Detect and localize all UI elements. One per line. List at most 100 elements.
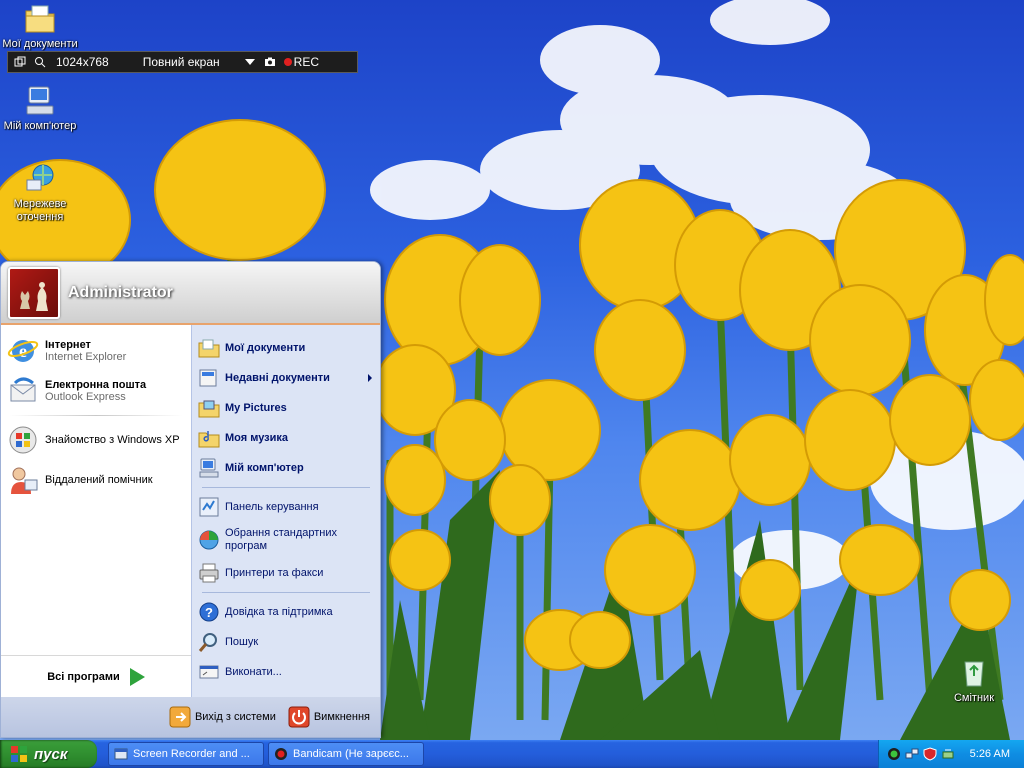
recent-item-remote-assistance[interactable]: Віддалений помічник bbox=[1, 460, 191, 500]
search-icon bbox=[198, 633, 217, 652]
desktop-icon-my-computer[interactable]: Мій комп'ютер bbox=[0, 84, 80, 133]
settings-label: Панель керування bbox=[225, 501, 319, 513]
settings-printers[interactable]: Принтери та факси bbox=[192, 558, 380, 588]
submenu-arrow-icon bbox=[368, 374, 372, 382]
separator bbox=[202, 592, 370, 593]
settings-default-programs[interactable]: Обрання стандартних програм bbox=[192, 522, 380, 558]
safely-remove-icon[interactable] bbox=[941, 747, 955, 761]
settings-control-panel[interactable]: Панель керування bbox=[192, 492, 380, 522]
shutdown-label: Вимкнення bbox=[313, 711, 370, 723]
task-label: Bandicam (Не зарєєс... bbox=[293, 748, 409, 760]
camera-icon[interactable] bbox=[264, 56, 276, 68]
start-menu-body: e Інтернет Internet Explorer Електронна … bbox=[1, 325, 380, 697]
window-mode-icon[interactable] bbox=[14, 56, 26, 68]
computer-icon bbox=[26, 86, 54, 115]
place-label: Мої документи bbox=[225, 342, 306, 354]
start-menu: Administrator e Інтернет Internet Explor… bbox=[0, 261, 381, 738]
place-my-music[interactable]: Моя музика bbox=[192, 423, 380, 453]
logoff-button[interactable]: Вихід з системи bbox=[169, 706, 276, 728]
pinned-item-internet[interactable]: e Інтернет Internet Explorer bbox=[1, 331, 191, 371]
user-avatar[interactable] bbox=[8, 266, 60, 319]
logoff-icon bbox=[169, 706, 191, 728]
zoom-icon[interactable] bbox=[34, 56, 46, 68]
place-label: Недавні документи bbox=[225, 372, 330, 384]
place-my-computer[interactable]: Мій комп'ютер bbox=[192, 453, 380, 483]
start-menu-right-column: Мої документи Недавні документи My Pictu… bbox=[191, 325, 380, 697]
pinned-item-email[interactable]: Електронна пошта Outlook Express bbox=[1, 371, 191, 411]
taskbar: пуск Screen Recorder and ... Bandicam (Н… bbox=[0, 740, 1024, 768]
capture-mode[interactable]: Повний екран bbox=[143, 55, 220, 69]
help-label: Виконати... bbox=[225, 666, 282, 678]
desktop-icon-label: Смітник bbox=[953, 692, 995, 704]
recent-item-label: Знайомство з Windows XP bbox=[45, 434, 180, 446]
my-computer-icon bbox=[199, 458, 219, 478]
record-button[interactable]: REC bbox=[283, 55, 320, 69]
desktop-icon-recycle-bin[interactable]: Смітник bbox=[934, 656, 1014, 705]
system-clock[interactable]: 5:26 AM bbox=[970, 748, 1010, 760]
my-music-icon bbox=[198, 431, 220, 448]
bandicam-icon bbox=[275, 748, 287, 760]
place-recent-documents[interactable]: Недавні документи bbox=[192, 363, 380, 393]
network-icon bbox=[26, 164, 54, 191]
record-dot-icon bbox=[283, 58, 292, 66]
recent-documents-icon bbox=[199, 369, 217, 387]
place-label: Моя музика bbox=[225, 432, 289, 444]
help-run[interactable]: Виконати... bbox=[192, 657, 380, 687]
svg-text:?: ? bbox=[205, 605, 213, 620]
internet-explorer-icon: e bbox=[7, 340, 39, 362]
security-shield-icon[interactable] bbox=[923, 747, 937, 761]
place-my-documents[interactable]: Мої документи bbox=[192, 333, 380, 363]
network-connection-icon[interactable] bbox=[905, 747, 919, 761]
help-icon: ? bbox=[199, 602, 219, 622]
start-label: пуск bbox=[34, 745, 68, 763]
separator bbox=[202, 487, 370, 488]
desktop-icon-label: Мої документи bbox=[2, 38, 78, 50]
start-menu-left-column: e Інтернет Internet Explorer Електронна … bbox=[1, 325, 191, 697]
all-programs-label: Всі програми bbox=[47, 670, 120, 683]
desktop-icon-network[interactable]: Мережеве оточення bbox=[0, 162, 80, 224]
chevron-down-icon[interactable] bbox=[244, 56, 256, 68]
task-bandicam[interactable]: Bandicam (Не зарєєс... bbox=[268, 742, 424, 766]
default-programs-icon bbox=[199, 530, 219, 550]
green-arrow-icon bbox=[129, 667, 145, 686]
all-programs-button[interactable]: Всі програми bbox=[1, 655, 191, 697]
record-label: REC bbox=[293, 55, 320, 69]
settings-label: Обрання стандартних програм bbox=[225, 527, 338, 552]
user-name: Administrator bbox=[68, 283, 173, 301]
green-status-icon[interactable] bbox=[887, 747, 901, 761]
pinned-item-subtitle: Outlook Express bbox=[45, 391, 126, 403]
help-label: Довідка та підтримка bbox=[225, 606, 333, 618]
start-button[interactable]: пуск bbox=[0, 740, 97, 768]
pinned-item-subtitle: Internet Explorer bbox=[45, 351, 127, 363]
chess-pieces-icon bbox=[20, 281, 48, 311]
pinned-item-title: Електронна пошта bbox=[45, 379, 147, 391]
desktop-icon-label: Мій комп'ютер bbox=[3, 120, 77, 132]
remote-assistance-icon bbox=[11, 467, 38, 494]
recycle-bin-icon bbox=[964, 661, 984, 687]
help-search[interactable]: Пошук bbox=[192, 627, 380, 657]
start-menu-footer: Вихід з системи Вимкнення bbox=[1, 697, 380, 737]
task-screen-recorder[interactable]: Screen Recorder and ... bbox=[108, 742, 264, 766]
separator bbox=[9, 415, 183, 416]
folder-documents-icon bbox=[25, 5, 55, 33]
bandicam-toolbar: 1024x768 Повний екран REC bbox=[7, 51, 358, 73]
pinned-item-title: Інтернет bbox=[45, 339, 91, 351]
capture-resolution: 1024x768 bbox=[56, 55, 109, 69]
task-label: Screen Recorder and ... bbox=[133, 748, 250, 760]
help-support[interactable]: ? Довідка та підтримка bbox=[192, 597, 380, 627]
my-documents-icon bbox=[198, 339, 220, 358]
recent-item-windows-tour[interactable]: Знайомство з Windows XP bbox=[1, 420, 191, 460]
windows-logo-icon bbox=[11, 746, 27, 762]
help-label: Пошук bbox=[225, 636, 259, 648]
printers-icon bbox=[199, 563, 219, 583]
system-tray: 5:26 AM bbox=[878, 740, 1024, 768]
my-pictures-icon bbox=[198, 400, 220, 418]
recent-item-label: Віддалений помічник bbox=[45, 474, 153, 486]
logoff-label: Вихід з системи bbox=[194, 711, 276, 723]
desktop-icon-my-documents[interactable]: Мої документи bbox=[0, 2, 80, 51]
power-icon bbox=[288, 706, 310, 728]
place-label: Мій комп'ютер bbox=[225, 462, 304, 474]
shutdown-button[interactable]: Вимкнення bbox=[288, 706, 370, 728]
run-icon bbox=[199, 665, 219, 679]
place-my-pictures[interactable]: My Pictures bbox=[192, 393, 380, 423]
